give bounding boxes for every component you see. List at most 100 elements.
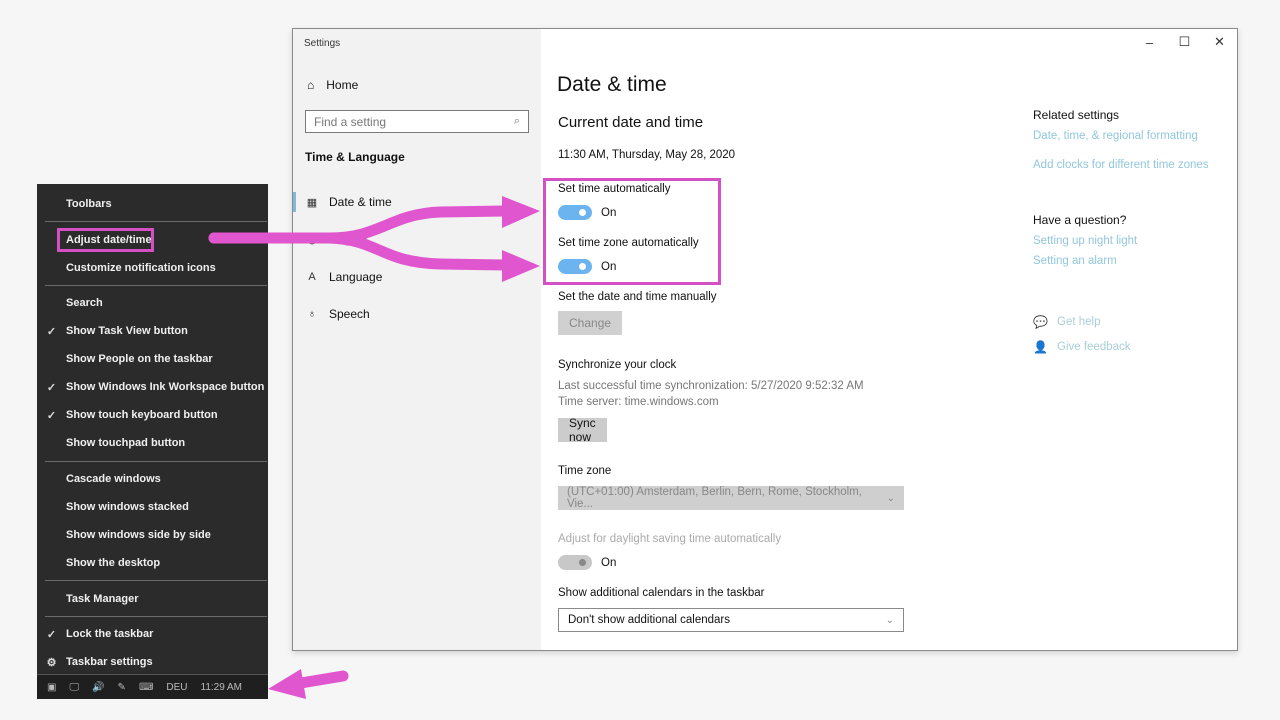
menu-item-label: Cascade windows xyxy=(66,473,161,485)
search-input[interactable] xyxy=(314,115,514,129)
menu-item-search[interactable]: Search xyxy=(37,291,268,315)
microphone-icon: ♁ xyxy=(305,308,319,320)
pen-icon[interactable]: ✎ xyxy=(118,682,126,693)
nav-item-label: Date & time xyxy=(329,195,392,209)
menu-separator xyxy=(45,285,267,286)
menu-item-show-windows-ink-workspace-button[interactable]: ✓Show Windows Ink Workspace button xyxy=(37,375,268,399)
link-alarm[interactable]: Setting an alarm xyxy=(1033,255,1137,267)
annotation-arrowhead xyxy=(268,669,306,699)
calendars-value: Don't show additional calendars xyxy=(568,614,730,626)
network-icon[interactable]: 🖵 xyxy=(69,682,79,693)
menu-item-customize-notification-icons[interactable]: Customize notification icons xyxy=(37,256,268,280)
get-help-link[interactable]: 💬 Get help xyxy=(1033,315,1100,329)
checkmark-icon: ✓ xyxy=(37,325,66,338)
sync-now-button[interactable]: Sync now xyxy=(558,418,607,442)
give-feedback-label: Give feedback xyxy=(1057,341,1131,353)
nav-item-language[interactable]: A Language xyxy=(305,270,382,284)
minimize-button[interactable]: – xyxy=(1132,29,1167,55)
taskbar-clock[interactable]: 11:29 AM xyxy=(201,682,243,693)
section-title: Current date and time xyxy=(558,114,703,131)
keyboard-icon[interactable]: ⌨ xyxy=(139,682,153,693)
question-heading: Have a question? xyxy=(1033,213,1137,227)
menu-item-task-manager[interactable]: Task Manager xyxy=(37,587,268,611)
menu-item-toolbars[interactable]: Toolbars xyxy=(37,192,268,216)
checkmark-icon: ✓ xyxy=(37,409,66,422)
checkmark-icon: ✓ xyxy=(37,381,66,394)
taskbar-context-menu: ToolbarsAdjust date/timeCustomize notifi… xyxy=(37,184,268,699)
toggle-state: On xyxy=(601,557,616,569)
close-button[interactable]: ✕ xyxy=(1202,29,1237,55)
page-title: Date & time xyxy=(557,73,667,97)
link-regional-formatting[interactable]: Date, time, & regional formatting xyxy=(1033,130,1209,142)
nav-item-label: Region xyxy=(329,232,367,246)
volume-icon[interactable]: 🔊 xyxy=(92,682,104,693)
menu-item-show-touchpad-button[interactable]: Show touchpad button xyxy=(37,431,268,455)
menu-separator xyxy=(45,221,267,222)
language-indicator[interactable]: DEU xyxy=(166,682,187,693)
menu-item-label: Taskbar settings xyxy=(66,656,153,668)
menu-item-show-touch-keyboard-button[interactable]: ✓Show touch keyboard button xyxy=(37,403,268,427)
menu-item-label: Show Task View button xyxy=(66,325,188,337)
menu-separator xyxy=(45,580,267,581)
globe-icon: ◎ xyxy=(305,233,319,246)
menu-item-show-people-on-the-taskbar[interactable]: Show People on the taskbar xyxy=(37,347,268,371)
nav-home-label: Home xyxy=(326,78,358,92)
nav-item-label: Language xyxy=(329,270,382,284)
menu-item-label: Show the desktop xyxy=(66,557,160,569)
calendar-clock-icon: ▦ xyxy=(305,196,319,209)
dst-label: Adjust for daylight saving time automati… xyxy=(558,533,781,545)
timezone-select[interactable]: (UTC+01:00) Amsterdam, Berlin, Bern, Rom… xyxy=(558,486,904,510)
nav-item-speech[interactable]: ♁ Speech xyxy=(305,307,370,321)
nav-item-region[interactable]: ◎ Region xyxy=(305,232,367,246)
link-add-clocks[interactable]: Add clocks for different time zones xyxy=(1033,159,1209,171)
menu-item-show-windows-side-by-side[interactable]: Show windows side by side xyxy=(37,523,268,547)
related-heading: Related settings xyxy=(1033,108,1209,122)
give-feedback-link[interactable]: 👤 Give feedback xyxy=(1033,340,1131,354)
nav-item-date-time[interactable]: ▦ Date & time xyxy=(305,195,392,209)
annotation-arrow-path xyxy=(295,676,343,684)
search-box[interactable]: ⌕ xyxy=(305,110,529,133)
menu-item-show-windows-stacked[interactable]: Show windows stacked xyxy=(37,495,268,519)
menu-item-lock-the-taskbar[interactable]: ✓Lock the taskbar xyxy=(37,622,268,646)
window-controls: – ☐ ✕ xyxy=(1132,29,1237,55)
calendars-select[interactable]: Don't show additional calendars ⌄ xyxy=(558,608,904,632)
menu-item-label: Show People on the taskbar xyxy=(66,353,213,365)
toggle-switch[interactable] xyxy=(558,555,592,570)
action-center-icon[interactable]: ▣ xyxy=(47,682,56,693)
current-datetime: 11:30 AM, Thursday, May 28, 2020 xyxy=(558,149,735,161)
nav-section-heading: Time & Language xyxy=(305,150,405,164)
calendars-label: Show additional calendars in the taskbar xyxy=(558,587,765,599)
dst-toggle[interactable]: On xyxy=(558,555,616,570)
settings-nav-pane: Settings ⌂ Home ⌕ Time & Language ▦ Date… xyxy=(293,29,541,650)
menu-separator xyxy=(45,461,267,462)
nav-item-label: Speech xyxy=(329,307,370,321)
menu-item-taskbar-settings[interactable]: ⚙Taskbar settings xyxy=(37,650,268,674)
menu-item-label: Customize notification icons xyxy=(66,262,216,274)
menu-item-label: Show touch keyboard button xyxy=(66,409,218,421)
menu-item-label: Show windows side by side xyxy=(66,529,211,541)
active-indicator xyxy=(293,192,296,212)
menu-item-label: Lock the taskbar xyxy=(66,628,153,640)
menu-item-label: Search xyxy=(66,297,103,309)
change-button[interactable]: Change xyxy=(558,311,622,335)
menu-item-label: Task Manager xyxy=(66,593,139,605)
menu-item-label: Show touchpad button xyxy=(66,437,185,449)
menu-item-label: Show Windows Ink Workspace button xyxy=(66,381,264,393)
menu-item-label: Toolbars xyxy=(66,198,112,210)
chevron-down-icon: ⌄ xyxy=(886,615,894,626)
menu-item-show-task-view-button[interactable]: ✓Show Task View button xyxy=(37,319,268,343)
search-icon: ⌕ xyxy=(514,115,520,128)
maximize-button[interactable]: ☐ xyxy=(1167,29,1202,55)
sync-heading: Synchronize your clock xyxy=(558,359,676,371)
checkmark-icon: ✓ xyxy=(37,628,66,641)
menu-item-cascade-windows[interactable]: Cascade windows xyxy=(37,467,268,491)
get-help-label: Get help xyxy=(1057,316,1100,328)
menu-item-show-the-desktop[interactable]: Show the desktop xyxy=(37,551,268,575)
language-icon: A xyxy=(305,271,319,283)
nav-home[interactable]: ⌂ Home xyxy=(307,78,358,92)
timezone-label: Time zone xyxy=(558,465,611,477)
window-title: Settings xyxy=(304,38,340,49)
link-night-light[interactable]: Setting up night light xyxy=(1033,235,1137,247)
help-chat-icon: 💬 xyxy=(1033,315,1047,329)
help-section: Have a question? Setting up night light … xyxy=(1033,213,1137,267)
